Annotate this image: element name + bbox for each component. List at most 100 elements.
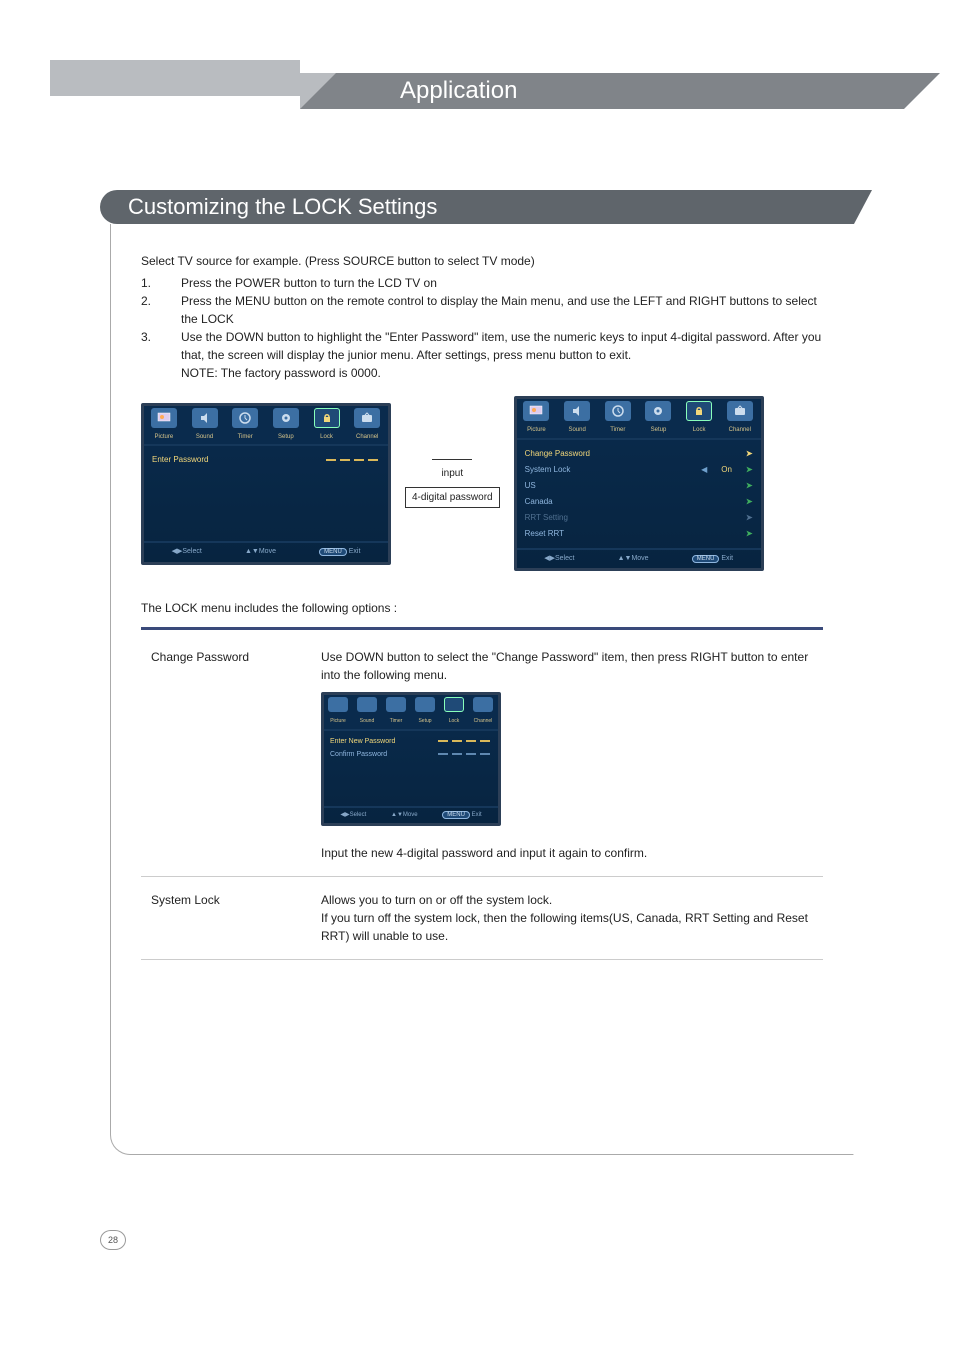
mid-label-input: input [441,466,463,481]
password-dashes [436,750,492,761]
osd-row-label: System Lock [525,464,571,476]
banner-accent-left [50,60,300,96]
osd-row-label: US [525,480,536,492]
osd-row-label: Confirm Password [330,750,387,761]
osd-tab-sound: Sound [557,399,598,438]
step-text: NOTE: The factory password is 0000. [181,364,823,382]
setup-icon [645,401,671,421]
tab-label: Channel [356,434,378,440]
osd-row-enter-password: Enter Password [152,452,380,468]
tab-label: Sound [360,718,374,724]
osd-tab-sound: Sound [353,695,382,729]
osd-row-enter-new-password: Enter New Password [330,736,492,749]
osd-row-system-lock: System Lock ◀ On ➤ [525,462,753,478]
picture-icon [328,697,348,712]
tab-label: Timer [238,434,253,440]
tab-label: Timer [610,427,625,433]
osd-tab-lock: Lock [679,399,720,438]
tab-label: Picture [154,434,173,440]
arrow-left-icon: ◀ [701,464,707,476]
chevron-right-icon: ➤ [746,512,753,524]
tab-label: Picture [330,718,346,724]
footer-exit: MENU Exit [319,547,360,558]
osd-figure-row: Picture Sound Timer Setup Lock Channel E… [141,396,823,571]
tab-label: Sound [196,434,213,440]
chevron-right-icon: ➤ [746,528,753,540]
sound-icon [192,408,218,428]
tab-label: Picture [527,427,546,433]
banner-triangle-icon [300,73,336,109]
banner-title: Application [400,77,517,104]
footer-move: ▲▼Move [245,547,276,558]
top-banner: Application [0,60,954,120]
osd-row-label: Enter Password [152,454,208,466]
osd-tab-lock: Lock [307,406,348,445]
tab-label: Channel [474,718,493,724]
tab-label: Setup [278,434,294,440]
chevron-right-icon: ➤ [746,464,753,476]
osd-row-label: Reset RRT [525,528,564,540]
footer-exit: MENU Exit [442,811,481,820]
osd-row-value: On [721,464,732,476]
divider-blue [141,627,823,630]
osd-tab-timer: Timer [598,399,639,438]
step-row: 2. Press the MENU button on the remote c… [141,292,823,328]
tab-label: Sound [568,427,585,433]
osd-lock-menu: Picture Sound Timer Setup Lock Channel C… [514,396,764,571]
content-frame: Select TV source for example. (Press SOU… [110,224,854,1155]
step-number: 3. [141,328,161,364]
step-number: 1. [141,274,161,292]
osd-tabs: Picture Sound Timer Setup Lock Channel [144,406,388,447]
tab-label: Channel [729,427,751,433]
channel-icon [354,408,380,428]
channel-icon [727,401,753,421]
option-desc: Allows you to turn on or off the system … [321,891,823,945]
banner-title-bar: Application [300,73,904,109]
tab-label: Timer [390,718,403,724]
channel-icon [473,697,493,712]
mid-label-group: input 4-digital password [405,459,500,508]
footer-exit: MENU Exit [692,554,733,565]
osd-tabs: Picture Sound Timer Setup Lock Channel [324,695,498,731]
step-number [141,364,161,382]
password-dashes [324,454,380,466]
osd-tab-lock: Lock [440,695,469,729]
footer-select: ◀▶Select [172,547,202,558]
footer-move: ▲▼Move [618,554,649,565]
setup-icon [273,408,299,428]
step-text: Use the DOWN button to highlight the "En… [181,328,823,364]
footer-move: ▲▼Move [391,811,418,820]
osd-row-label: RRT Setting [525,512,568,524]
osd-enter-password: Picture Sound Timer Setup Lock Channel E… [141,403,391,565]
osd-tab-setup: Setup [411,695,440,729]
option-label: Change Password [141,648,291,862]
osd-row-confirm-password: Confirm Password [330,749,492,762]
osd-row-label: Change Password [525,448,590,460]
step-row: NOTE: The factory password is 0000. [141,364,823,382]
picture-icon [151,408,177,428]
option-change-password: Change Password Use DOWN button to selec… [141,648,823,862]
step-row: 3. Use the DOWN button to highlight the … [141,328,823,364]
lock-icon [444,697,464,712]
picture-icon [523,401,549,421]
sound-icon [357,697,377,712]
osd-row-label: Canada [525,496,553,508]
osd-row-rrt-setting: RRT Setting ➤ [525,510,753,526]
osd-tab-picture: Picture [517,399,558,438]
osd-tab-setup: Setup [639,399,680,438]
tab-label: Setup [651,427,667,433]
sound-icon [564,401,590,421]
section-header-bar: Customizing the LOCK Settings [100,190,854,224]
option-desc: Use DOWN button to select the "Change Pa… [321,648,823,684]
mid-label-4digital: 4-digital password [405,487,500,508]
osd-tab-channel: Channel [720,399,761,438]
osd-row-change-password: Change Password ➤ [525,446,753,462]
divider-gray [141,876,823,877]
step-text: Press the MENU button on the remote cont… [181,292,823,328]
osd-tab-sound: Sound [185,406,226,445]
osd-footer: ◀▶Select ▲▼Move MENU Exit [324,806,498,823]
lock-icon [314,408,340,428]
tab-label: Setup [418,718,431,724]
chevron-right-icon: ➤ [746,448,753,460]
page-number: 28 [100,1230,126,1250]
